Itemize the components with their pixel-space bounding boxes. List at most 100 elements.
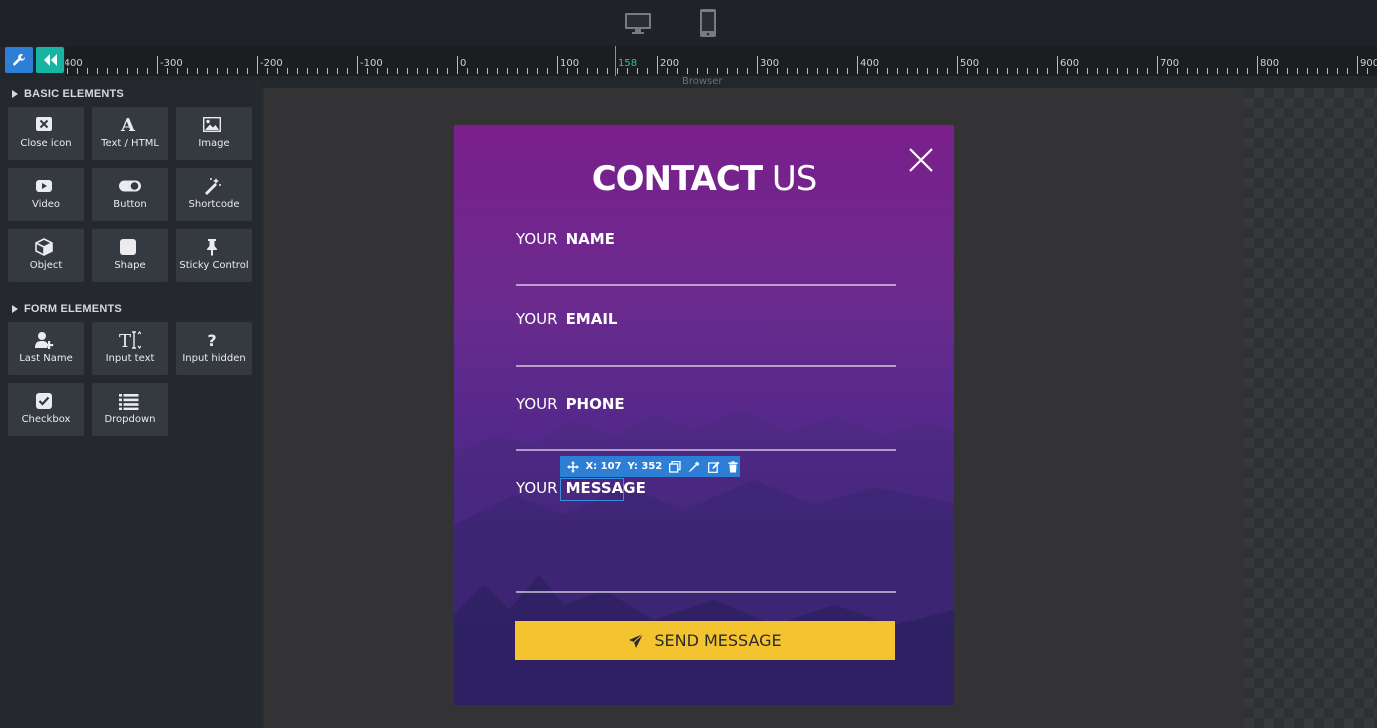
duplicate-icon[interactable] — [668, 460, 681, 474]
name-input[interactable] — [516, 284, 896, 286]
question-mark-icon: ? — [203, 331, 225, 349]
send-message-button[interactable]: SEND MESSAGE — [515, 621, 895, 660]
phone-field-label: YOUR PHONE — [516, 395, 625, 413]
ruler-label: 158 — [618, 58, 638, 69]
name-field-label: YOUR NAME — [516, 230, 615, 248]
popup-title: CONTACT US — [454, 159, 954, 199]
sidebar: BASIC ELEMENTS Close icon A Text / HTML Ima… — [0, 80, 262, 728]
element-tile-label: Last Name — [19, 353, 73, 364]
element-tile-label: Video — [31, 199, 61, 210]
form-elements-header[interactable]: FORM ELEMENTS — [12, 303, 122, 315]
cube-icon — [35, 238, 57, 256]
video-play-icon — [35, 177, 57, 195]
user-plus-icon — [35, 331, 57, 349]
element-tile-label: Text / HTML — [101, 138, 159, 149]
text-a-icon: A — [119, 116, 141, 134]
settings-button[interactable] — [5, 47, 33, 73]
message-textarea[interactable] — [516, 591, 896, 593]
element-tile-close-icon[interactable]: Close icon — [8, 107, 84, 160]
popup-title-thin: US — [771, 159, 817, 199]
message-prefix: YOUR — [516, 479, 558, 497]
move-icon[interactable] — [566, 460, 579, 474]
double-chevron-left-icon — [44, 54, 57, 66]
element-tile-object[interactable]: Object — [8, 229, 84, 282]
basic-elements-header[interactable]: BASIC ELEMENTS — [12, 88, 124, 100]
element-tile-label: Sticky Control — [179, 260, 249, 271]
element-tile-dropdown[interactable]: Dropdown — [92, 383, 168, 436]
ruler-label: 300 — [760, 58, 780, 69]
email-prefix: YOUR — [516, 310, 558, 328]
contact-popup[interactable]: CONTACT US YOUR NAME YOUR EMAIL YOUR PHONE … — [454, 125, 954, 705]
canvas-outside-area — [1244, 88, 1377, 728]
element-tile-label: Image — [198, 138, 230, 149]
ruler-label: 900 — [1360, 58, 1377, 69]
ruler-label: -300 — [160, 58, 183, 69]
element-toolbar: X: 107 Y: 352 — [560, 456, 740, 477]
element-tile-text-html[interactable]: A Text / HTML — [92, 107, 168, 160]
email-label: EMAIL — [565, 310, 618, 328]
horizontal-ruler[interactable]: -400 -300 -200 -100 0 100 158 200 300 400 500 600 70… — [65, 46, 1377, 76]
mobile-view-button[interactable] — [692, 8, 724, 38]
selection-outline[interactable] — [560, 478, 624, 501]
element-tile-label: Input text — [105, 353, 155, 364]
trash-icon[interactable] — [727, 460, 740, 474]
pin-icon — [203, 238, 225, 256]
element-tile-sticky-control[interactable]: Sticky Control — [176, 229, 252, 282]
element-tile-button[interactable]: Button — [92, 168, 168, 221]
image-icon — [203, 116, 225, 134]
ruler-label: 500 — [960, 58, 980, 69]
close-x-icon[interactable] — [907, 146, 935, 174]
element-tile-label: Checkbox — [21, 414, 71, 425]
element-tile-shape[interactable]: Shape — [92, 229, 168, 282]
wrench-icon — [13, 53, 26, 66]
element-tile-label: Shortcode — [188, 199, 240, 210]
ruler-label: -200 — [260, 58, 283, 69]
element-tile-label: Button — [113, 199, 147, 210]
ruler-label: -100 — [360, 58, 383, 69]
ruler-caption: Browser — [682, 76, 723, 87]
ruler-label: -400 — [65, 58, 83, 69]
element-tile-image[interactable]: Image — [176, 107, 252, 160]
top-bar — [0, 0, 1377, 46]
basic-elements-title: BASIC ELEMENTS — [24, 88, 124, 100]
ruler-label: 0 — [460, 58, 467, 69]
ruler-label: 200 — [660, 58, 680, 69]
element-tile-input-text[interactable]: T Input text — [92, 322, 168, 375]
ruler-label: 400 — [860, 58, 880, 69]
eyedropper-icon[interactable] — [688, 460, 701, 474]
text-input-icon: T — [119, 331, 141, 349]
email-input[interactable] — [516, 365, 896, 367]
email-field-label: YOUR EMAIL — [516, 310, 617, 328]
collapse-button[interactable] — [36, 47, 64, 73]
svg-text:T: T — [119, 331, 131, 349]
mobile-phone-icon — [700, 9, 716, 37]
magic-wand-icon — [203, 177, 225, 195]
element-tile-label: Input hidden — [182, 353, 246, 364]
element-tile-video[interactable]: Video — [8, 168, 84, 221]
phone-prefix: YOUR — [516, 395, 558, 413]
close-box-icon — [35, 116, 57, 134]
popup-title-bold: CONTACT — [591, 159, 763, 199]
element-tile-label: Shape — [114, 260, 146, 271]
element-tile-shortcode[interactable]: Shortcode — [176, 168, 252, 221]
element-tile-label: Close icon — [20, 138, 72, 149]
element-tile-checkbox[interactable]: Checkbox — [8, 383, 84, 436]
paper-plane-icon — [629, 633, 644, 648]
square-shape-icon — [119, 238, 141, 256]
y-coordinate: Y: 352 — [627, 461, 663, 472]
phone-input[interactable] — [516, 449, 896, 451]
ruler-label: 600 — [1060, 58, 1080, 69]
edit-icon[interactable] — [707, 460, 720, 474]
element-tile-last-name[interactable]: Last Name — [8, 322, 84, 375]
list-icon — [119, 392, 141, 410]
desktop-view-button[interactable] — [622, 8, 654, 38]
phone-label: PHONE — [565, 395, 625, 413]
svg-text:A: A — [120, 116, 136, 134]
ruler-label: 100 — [560, 58, 580, 69]
checkbox-icon — [35, 392, 57, 410]
element-tile-input-hidden[interactable]: ? Input hidden — [176, 322, 252, 375]
name-prefix: YOUR — [516, 230, 558, 248]
toggle-icon — [119, 177, 141, 195]
caret-right-icon — [12, 90, 18, 98]
ruler-label: 700 — [1160, 58, 1180, 69]
